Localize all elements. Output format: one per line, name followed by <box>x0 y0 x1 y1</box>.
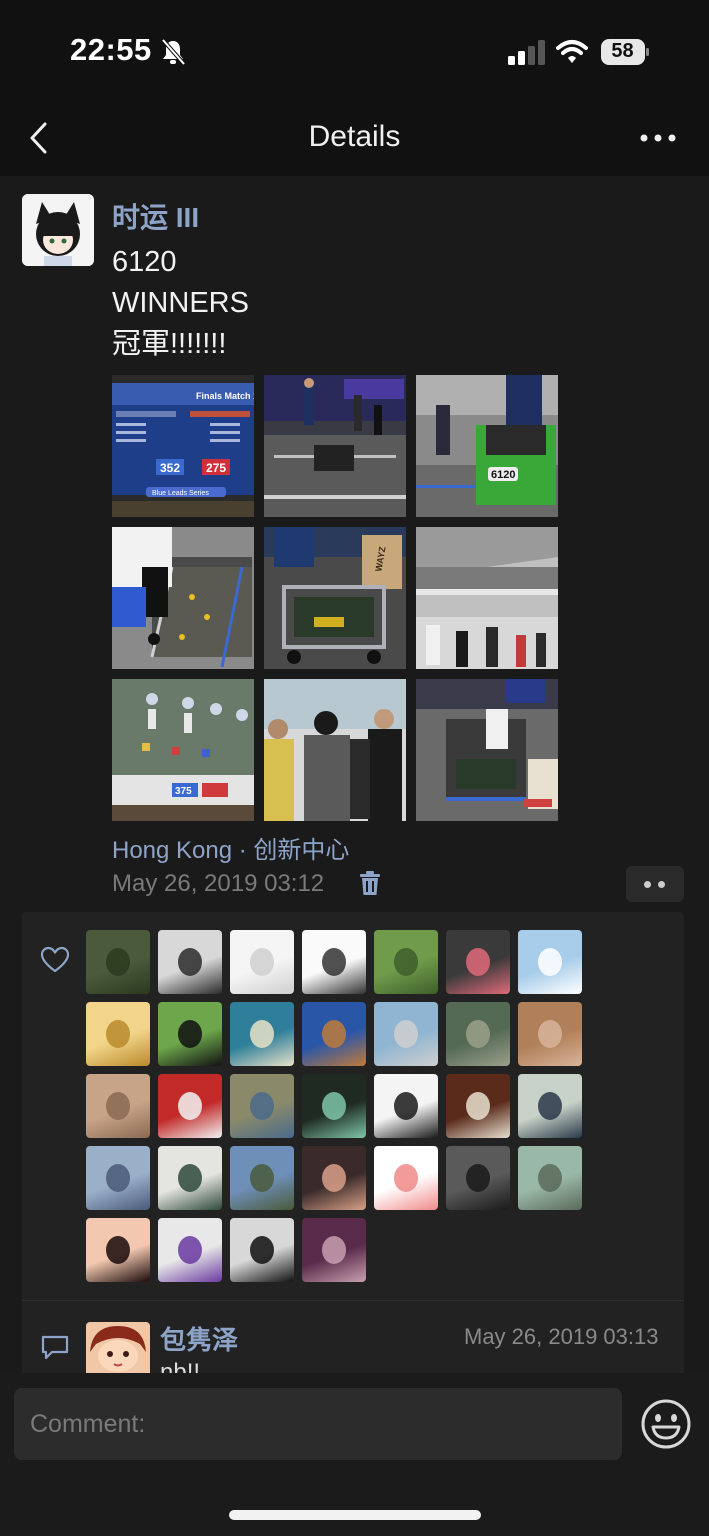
like-avatar-cowboy[interactable] <box>518 1002 582 1066</box>
scoreboard-caption: Finals Match 1 <box>196 391 254 401</box>
commenter-avatar[interactable] <box>86 1322 150 1374</box>
screen-results-photo[interactable]: 375 <box>112 679 254 821</box>
like-avatar-bicycle[interactable] <box>302 1074 366 1138</box>
poster-name[interactable]: 时运 III <box>112 196 199 236</box>
more-dots-icon[interactable] <box>638 130 678 146</box>
post-location[interactable]: Hong Kong · 创新中心 <box>112 830 349 865</box>
scoreboard-blue-score: 275 <box>206 461 226 475</box>
team-group-photo[interactable] <box>264 679 406 821</box>
like-avatar-hoodie[interactable] <box>86 1146 150 1210</box>
like-avatar-statue[interactable] <box>230 1146 294 1210</box>
scoreboard-red-score: 352 <box>160 461 180 475</box>
arena-robot-photo[interactable] <box>264 375 406 517</box>
scoreboard-banner: Blue Leads Series <box>152 490 209 497</box>
robot-6120-photo[interactable]: 6120 <box>416 375 558 517</box>
signal-icon <box>508 40 545 65</box>
like-avatar-gnome[interactable] <box>446 1074 510 1138</box>
like-avatar-singer[interactable] <box>302 1146 366 1210</box>
like-avatar-pattern[interactable] <box>158 1218 222 1282</box>
like-avatar-collage[interactable] <box>230 1002 294 1066</box>
scoreboard-photo[interactable]: Finals Match 1 352 275 Blue Leads Series <box>112 375 254 517</box>
like-avatar-black-cat[interactable] <box>158 1002 222 1066</box>
like-avatar-bear[interactable] <box>86 930 150 994</box>
like-avatar-anime-sketch[interactable] <box>302 930 366 994</box>
post-text: 6120 WINNERS 冠軍!!!!!!! <box>112 242 249 365</box>
comment-bubble-icon <box>41 1335 69 1360</box>
like-avatar-blue-bunny[interactable] <box>518 930 582 994</box>
like-avatar-couple[interactable] <box>518 1146 582 1210</box>
robot-cart-photo[interactable]: WAYZ <box>264 527 406 669</box>
bell-off-icon <box>161 38 186 66</box>
like-avatar-grass-person[interactable] <box>374 930 438 994</box>
emoji-icon[interactable] <box>640 1398 692 1450</box>
like-avatar-campus[interactable] <box>230 1074 294 1138</box>
photo-grid: Finals Match 1 352 275 Blue Leads Series <box>112 375 558 821</box>
like-avatar-rock[interactable] <box>446 1002 510 1066</box>
field-setup-photo[interactable] <box>112 527 254 669</box>
like-avatar-ny-cap[interactable] <box>230 1218 294 1282</box>
post-line: 冠軍!!!!!!! <box>112 328 227 360</box>
like-avatar-sketch-cat[interactable] <box>230 930 294 994</box>
like-avatar-kitten[interactable] <box>86 1074 150 1138</box>
post-timestamp: May 26, 2019 03:12 <box>112 870 325 897</box>
post-line: 6120 <box>112 246 177 278</box>
like-avatar-blond-anime[interactable] <box>86 1002 150 1066</box>
post-line: WINNERS <box>112 287 249 319</box>
battery-level: 58 <box>611 40 634 62</box>
like-avatar-anime-boy[interactable] <box>374 1074 438 1138</box>
heart-icon <box>40 946 70 973</box>
status-time: 22:55 <box>70 32 152 67</box>
nav-bar: Details <box>0 100 709 176</box>
poster-avatar[interactable] <box>22 194 94 266</box>
like-avatar-building[interactable] <box>158 930 222 994</box>
home-indicator <box>229 1510 481 1520</box>
like-avatar-seaside[interactable] <box>374 1002 438 1066</box>
screen-score: 375 <box>175 786 192 797</box>
robot-number: 6120 <box>491 469 515 481</box>
like-avatar-grid[interactable] <box>446 930 510 994</box>
like-avatar-red-mech[interactable] <box>158 1074 222 1138</box>
commenter-name[interactable]: 包隽泽 <box>160 1320 238 1357</box>
trash-icon[interactable] <box>359 870 381 896</box>
wifi-icon <box>556 40 588 63</box>
atrium-photo[interactable] <box>416 527 558 669</box>
comment-text: nb!! <box>160 1359 201 1374</box>
like-avatar-bw-street[interactable] <box>446 1146 510 1210</box>
comment-input[interactable] <box>14 1388 622 1460</box>
like-avatar-kaomoji[interactable] <box>374 1146 438 1210</box>
like-avatar-ink-drawing[interactable] <box>158 1146 222 1210</box>
like-avatar-anime-girl[interactable] <box>302 1218 366 1282</box>
post-actions-button[interactable] <box>626 866 684 902</box>
battery-icon: 58 <box>600 38 650 66</box>
status-bar: 22:55 58 <box>0 0 709 100</box>
likes-avatar-grid <box>86 930 586 1282</box>
robot-closeup-photo[interactable] <box>416 679 558 821</box>
like-avatar-doll-eyes[interactable] <box>86 1218 150 1282</box>
divider <box>22 1300 684 1301</box>
like-avatar-ocean[interactable] <box>302 1002 366 1066</box>
like-avatar-subway-man[interactable] <box>518 1074 582 1138</box>
comment-timestamp: May 26, 2019 03:13 <box>464 1324 659 1349</box>
page-title: Details <box>308 120 401 153</box>
